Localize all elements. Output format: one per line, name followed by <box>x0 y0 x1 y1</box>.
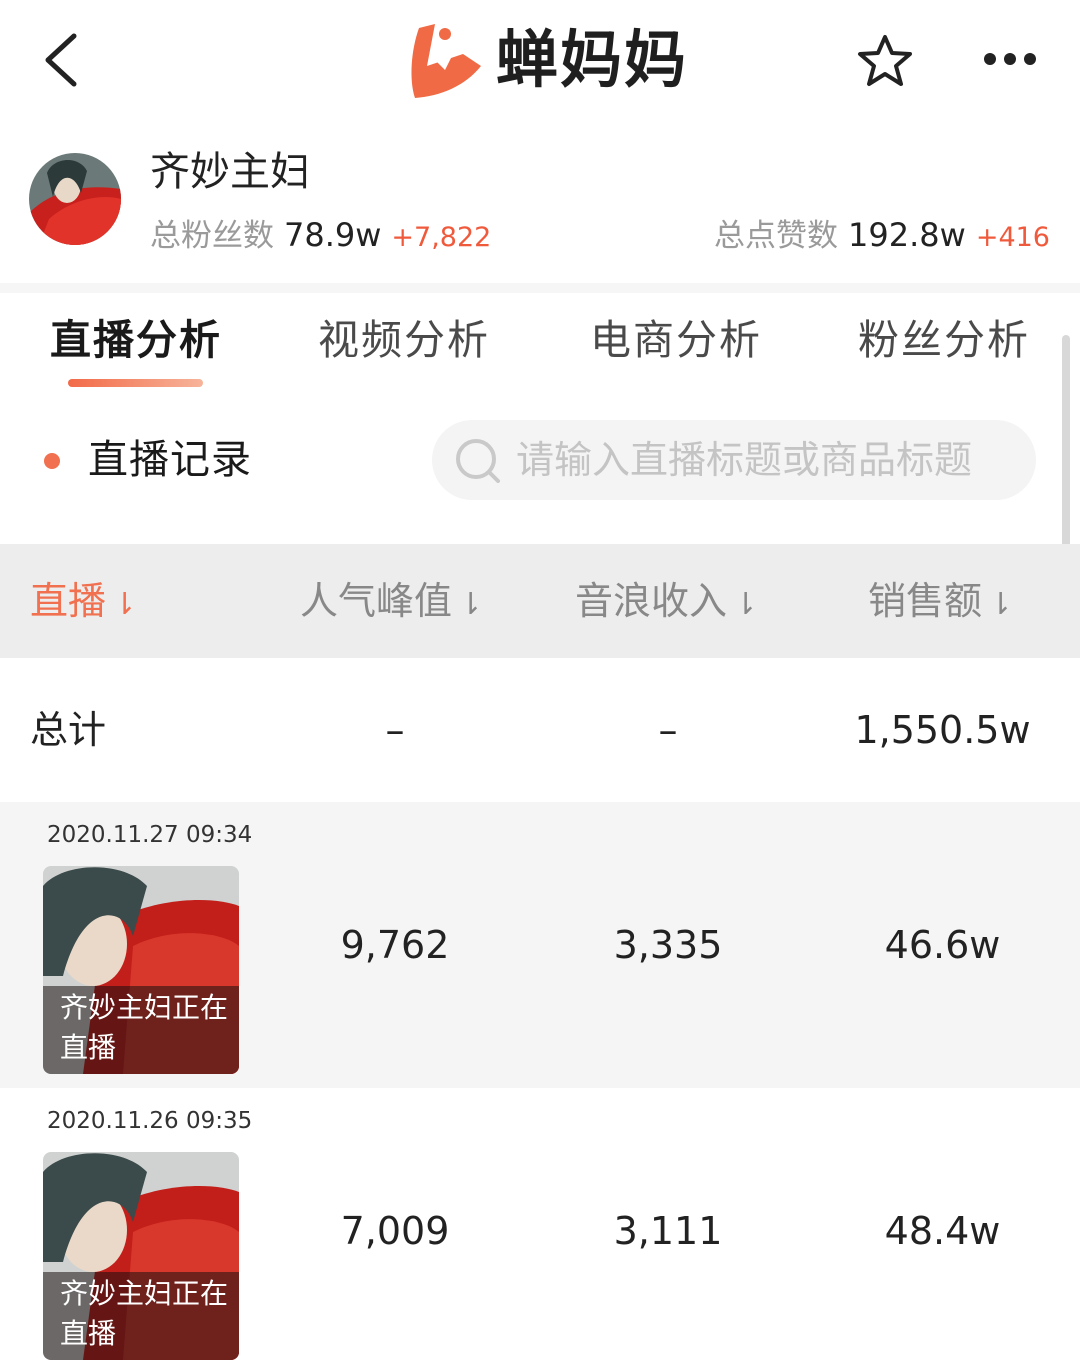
profile-section: 齐妙主妇 总粉丝数 78.9w +7,822 总点赞数 192.8w +416 <box>0 125 1080 283</box>
search-icon <box>456 439 500 483</box>
total-income: – <box>658 708 678 752</box>
live-datetime: 2020.11.26 09:35 <box>47 1108 253 1134</box>
sort-arrow-icon: ⇂ <box>988 587 1014 622</box>
fans-value: 78.9w <box>284 216 382 254</box>
header-income-label: 音浪收入 <box>575 579 728 623</box>
section-dot-icon <box>44 453 60 469</box>
brand-name: 蝉妈妈 <box>496 23 689 96</box>
live-thumbnail[interactable]: 齐妙主妇正在直播 <box>43 1152 239 1360</box>
fans-label: 总粉丝数 <box>150 218 274 254</box>
likes-value: 192.8w <box>848 216 966 254</box>
thumbnail-title: 齐妙主妇正在直播 <box>60 991 229 1064</box>
total-label: 总计 <box>30 708 107 752</box>
thumbnail-title: 齐妙主妇正在直播 <box>60 1277 229 1350</box>
header-sales-sort[interactable]: 销售额 ⇂ <box>868 576 1013 630</box>
star-favorite-icon[interactable] <box>856 33 914 89</box>
search-input[interactable]: 请输入直播标题或商品标题 <box>432 420 1036 500</box>
header-live-sort[interactable]: 直播 ⇂ <box>30 576 137 630</box>
live-thumbnail[interactable]: 齐妙主妇正在直播 <box>43 866 239 1074</box>
header-live-label: 直播 <box>30 579 107 623</box>
header-peak-sort[interactable]: 人气峰值 ⇂ <box>300 576 483 630</box>
header-sales-label: 销售额 <box>868 579 983 623</box>
sort-arrow-icon: ⇂ <box>112 587 138 622</box>
total-row: 总计 – – 1,550.5w <box>0 658 1080 802</box>
active-tab-indicator <box>68 379 203 387</box>
tab-video-analysis[interactable]: 视频分析 <box>318 315 490 365</box>
table-row[interactable]: 2020.11.27 09:34 齐妙主妇正在直播 9,762 3,335 46… <box>0 802 1080 1088</box>
top-nav-bar: 蝉妈妈 <box>0 0 1080 125</box>
row-sales: 46.6w <box>884 923 1001 967</box>
total-peak: – <box>385 708 405 752</box>
tab-fans-analysis[interactable]: 粉丝分析 <box>858 315 1030 365</box>
live-records-title: 直播记录 <box>88 437 252 483</box>
row-peak: 7,009 <box>340 1209 450 1253</box>
live-datetime: 2020.11.27 09:34 <box>47 822 253 848</box>
row-sales: 48.4w <box>884 1209 1001 1253</box>
header-peak-label: 人气峰值 <box>300 579 453 623</box>
sort-arrow-icon: ⇂ <box>458 587 484 622</box>
fans-stat: 总粉丝数 78.9w +7,822 <box>150 215 491 258</box>
chanmama-logo-icon <box>411 24 481 98</box>
scrollbar[interactable] <box>1062 335 1070 555</box>
total-sales: 1,550.5w <box>854 708 1031 752</box>
tab-ecommerce-analysis[interactable]: 电商分析 <box>590 315 762 365</box>
row-income: 3,111 <box>613 1209 723 1253</box>
account-name: 齐妙主妇 <box>150 149 310 195</box>
search-placeholder: 请输入直播标题或商品标题 <box>516 438 973 482</box>
analysis-tabs: 直播分析 视频分析 电商分析 粉丝分析 <box>0 293 1080 393</box>
row-income: 3,335 <box>613 923 723 967</box>
avatar[interactable] <box>29 153 121 245</box>
likes-stat: 总点赞数 192.8w +416 <box>714 215 1050 258</box>
row-peak: 9,762 <box>340 923 450 967</box>
sort-arrow-icon: ⇂ <box>733 587 759 622</box>
section-divider <box>0 283 1080 293</box>
fans-delta: +7,822 <box>391 222 492 253</box>
header-income-sort[interactable]: 音浪收入 ⇂ <box>575 576 758 630</box>
table-row[interactable]: 2020.11.26 09:35 齐妙主妇正在直播 7,009 3,111 48… <box>0 1088 1080 1366</box>
likes-label: 总点赞数 <box>714 218 839 254</box>
back-arrow-icon[interactable] <box>38 30 88 90</box>
more-options-icon[interactable] <box>980 48 1040 70</box>
tab-live-analysis[interactable]: 直播分析 <box>50 315 222 365</box>
likes-delta: +416 <box>975 222 1050 253</box>
table-header: 直播 ⇂ 人气峰值 ⇂ 音浪收入 ⇂ 销售额 ⇂ <box>0 544 1080 658</box>
